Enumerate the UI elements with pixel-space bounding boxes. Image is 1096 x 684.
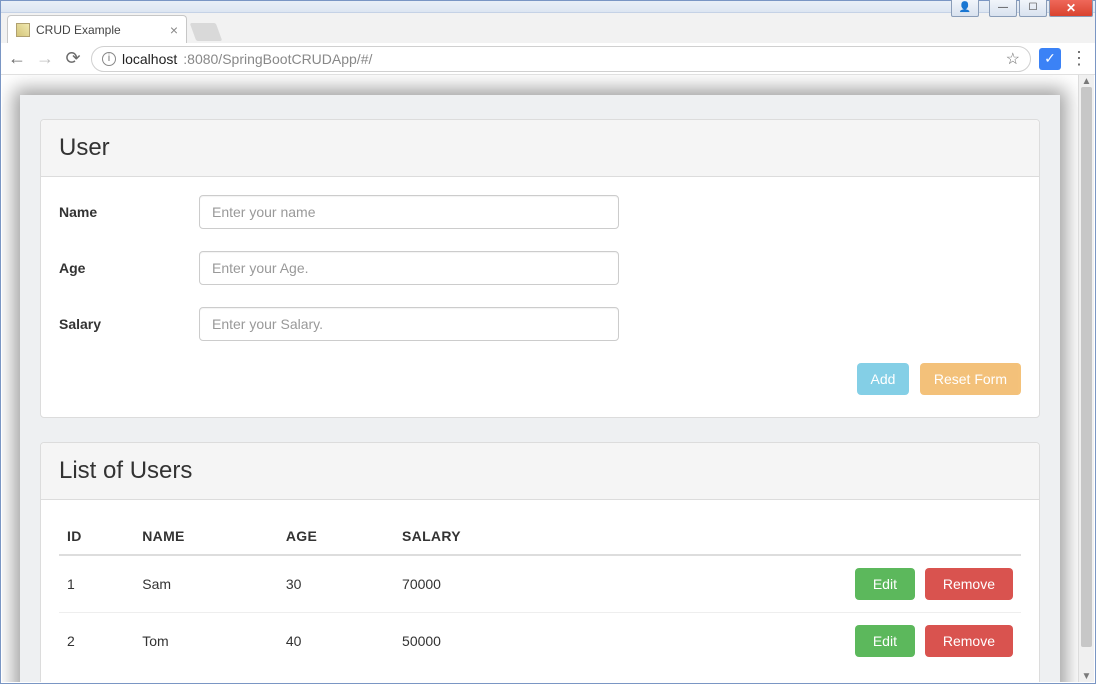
age-label: Age bbox=[59, 260, 199, 276]
col-salary: SALARY bbox=[394, 518, 578, 555]
cell-salary: 70000 bbox=[394, 555, 578, 613]
user-icon: 👤 bbox=[959, 2, 971, 13]
user-form-panel: User Name Age Salary bbox=[40, 119, 1040, 418]
url-host: localhost bbox=[122, 51, 177, 67]
close-icon: ✕ bbox=[1066, 1, 1076, 15]
scroll-down-icon[interactable]: ▼ bbox=[1079, 670, 1094, 682]
scrollbar-thumb[interactable] bbox=[1081, 87, 1092, 647]
edit-button[interactable]: Edit bbox=[855, 568, 915, 600]
cell-age: 40 bbox=[278, 613, 394, 670]
os-maximize-button[interactable]: ☐ bbox=[1019, 0, 1047, 17]
os-titlebar: 👤 — ☐ ✕ bbox=[1, 1, 1095, 13]
bookmark-icon[interactable]: ☆ bbox=[1006, 49, 1020, 69]
os-window: 👤 — ☐ ✕ CRUD Example × ← → ⟳ bbox=[0, 0, 1096, 684]
user-form-title: User bbox=[41, 120, 1039, 177]
table-row: 2 Tom 40 50000 Edit Remove bbox=[59, 613, 1021, 670]
new-tab-button[interactable] bbox=[190, 23, 223, 41]
form-row-age: Age bbox=[59, 251, 1021, 285]
cell-name: Tom bbox=[134, 613, 278, 670]
browser-chrome: CRUD Example × ← → ⟳ i localhost :8080/Sp… bbox=[1, 13, 1095, 75]
name-label: Name bbox=[59, 204, 199, 220]
scrollbar[interactable]: ▲ ▼ bbox=[1078, 75, 1094, 682]
name-input[interactable] bbox=[199, 195, 619, 229]
salary-input[interactable] bbox=[199, 307, 619, 341]
tab-title: CRUD Example bbox=[36, 23, 121, 37]
cell-name: Sam bbox=[134, 555, 278, 613]
minimize-icon: — bbox=[998, 2, 1008, 13]
reload-button[interactable]: ⟳ bbox=[63, 48, 83, 69]
users-table: ID NAME AGE SALARY 1 bbox=[59, 518, 1021, 669]
user-list-panel: List of Users ID NAME AGE SALARY bbox=[40, 442, 1040, 682]
salary-label: Salary bbox=[59, 316, 199, 332]
cell-actions: Edit Remove bbox=[578, 555, 1021, 613]
back-button[interactable]: ← bbox=[7, 48, 27, 69]
cell-actions: Edit Remove bbox=[578, 613, 1021, 670]
os-user-button[interactable]: 👤 bbox=[951, 0, 979, 17]
page: User Name Age Salary bbox=[2, 75, 1078, 682]
browser-tab[interactable]: CRUD Example × bbox=[7, 15, 187, 43]
viewport: User Name Age Salary bbox=[2, 75, 1094, 682]
page-scroll[interactable]: User Name Age Salary bbox=[2, 75, 1078, 682]
table-row: 1 Sam 30 70000 Edit Remove bbox=[59, 555, 1021, 613]
form-actions: Add Reset Form bbox=[59, 363, 1021, 395]
scroll-up-icon[interactable]: ▲ bbox=[1079, 75, 1094, 87]
cell-age: 30 bbox=[278, 555, 394, 613]
os-close-button[interactable]: ✕ bbox=[1049, 0, 1093, 17]
site-info-icon[interactable]: i bbox=[102, 52, 116, 66]
remove-button[interactable]: Remove bbox=[925, 568, 1013, 600]
extension-icon[interactable]: ✓ bbox=[1039, 48, 1061, 70]
forward-button[interactable]: → bbox=[35, 48, 55, 69]
edit-button[interactable]: Edit bbox=[855, 625, 915, 657]
user-list-title: List of Users bbox=[41, 443, 1039, 500]
reset-form-button[interactable]: Reset Form bbox=[920, 363, 1021, 395]
remove-button[interactable]: Remove bbox=[925, 625, 1013, 657]
cell-id: 2 bbox=[59, 613, 134, 670]
col-name: NAME bbox=[134, 518, 278, 555]
age-input[interactable] bbox=[199, 251, 619, 285]
maximize-icon: ☐ bbox=[1029, 2, 1038, 13]
user-list-body: ID NAME AGE SALARY 1 bbox=[41, 500, 1039, 682]
form-row-name: Name bbox=[59, 195, 1021, 229]
cell-salary: 50000 bbox=[394, 613, 578, 670]
col-actions bbox=[578, 518, 1021, 555]
os-minimize-button[interactable]: — bbox=[989, 0, 1017, 17]
add-button[interactable]: Add bbox=[857, 363, 910, 395]
table-header-row: ID NAME AGE SALARY bbox=[59, 518, 1021, 555]
favicon-icon bbox=[16, 23, 30, 37]
url-input[interactable]: i localhost :8080/SpringBootCRUDApp/#/ ☆ bbox=[91, 46, 1031, 72]
col-id: ID bbox=[59, 518, 134, 555]
browser-menu-button[interactable]: ⋮ bbox=[1069, 48, 1089, 69]
content-frame: User Name Age Salary bbox=[20, 95, 1060, 682]
tab-strip: CRUD Example × bbox=[1, 13, 1095, 43]
user-form-body: Name Age Salary bbox=[41, 177, 1039, 417]
form-row-salary: Salary bbox=[59, 307, 1021, 341]
cell-id: 1 bbox=[59, 555, 134, 613]
tab-close-icon[interactable]: × bbox=[170, 22, 178, 38]
address-bar-row: ← → ⟳ i localhost :8080/SpringBootCRUDApp… bbox=[1, 43, 1095, 75]
url-path: :8080/SpringBootCRUDApp/#/ bbox=[183, 51, 372, 67]
col-age: AGE bbox=[278, 518, 394, 555]
os-window-controls: 👤 — ☐ ✕ bbox=[951, 0, 1093, 19]
